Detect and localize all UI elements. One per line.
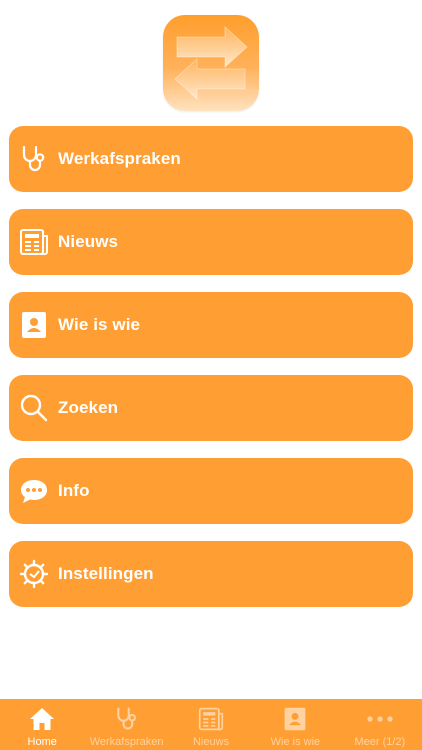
menu-item-nieuws[interactable]: Nieuws xyxy=(9,209,413,275)
menu-item-label: Info xyxy=(58,481,90,500)
stethoscope-icon xyxy=(112,704,142,734)
home-screen: Werkafspraken Nieuws Wie is wie Zoeken I… xyxy=(0,0,422,750)
tab-wie-is-wie[interactable]: Wie is wie xyxy=(253,699,337,750)
more-dots-icon xyxy=(365,704,395,734)
tab-nieuws[interactable]: Nieuws xyxy=(169,699,253,750)
gear-icon xyxy=(19,559,49,589)
menu-item-instellingen[interactable]: Instellingen xyxy=(9,541,413,607)
menu-item-zoeken[interactable]: Zoeken xyxy=(9,375,413,441)
stethoscope-icon xyxy=(19,144,49,174)
main-menu: Werkafspraken Nieuws Wie is wie Zoeken I… xyxy=(9,126,413,624)
tab-label: Home xyxy=(27,736,57,748)
contact-card-icon xyxy=(280,704,310,734)
tab-home[interactable]: Home xyxy=(0,699,84,750)
tab-label: Wie is wie xyxy=(270,736,321,748)
newspaper-icon xyxy=(19,227,49,257)
chat-bubble-icon xyxy=(19,476,49,506)
menu-item-label: Instellingen xyxy=(58,564,154,583)
newspaper-icon xyxy=(196,704,226,734)
menu-item-label: Nieuws xyxy=(58,232,119,251)
menu-item-werkafspraken[interactable]: Werkafspraken xyxy=(9,126,413,192)
tab-meer[interactable]: Meer (1/2) xyxy=(338,699,422,750)
search-icon xyxy=(19,393,49,423)
menu-item-label: Zoeken xyxy=(58,398,119,417)
app-logo xyxy=(163,15,259,111)
menu-item-label: Werkafspraken xyxy=(58,149,181,168)
swap-arrows-icon xyxy=(174,25,248,101)
menu-item-info[interactable]: Info xyxy=(9,458,413,524)
tab-label: Meer (1/2) xyxy=(354,736,406,748)
menu-item-wie-is-wie[interactable]: Wie is wie xyxy=(9,292,413,358)
home-icon xyxy=(27,704,57,734)
contact-card-icon xyxy=(19,310,49,340)
tab-werkafspraken[interactable]: Werkafspraken xyxy=(84,699,168,750)
tab-label: Nieuws xyxy=(192,736,230,748)
tab-bar: Home Werkafspraken Nieuws Wie is wie Mee… xyxy=(0,699,422,750)
menu-item-label: Wie is wie xyxy=(58,315,141,334)
tab-label: Werkafspraken xyxy=(89,736,164,748)
